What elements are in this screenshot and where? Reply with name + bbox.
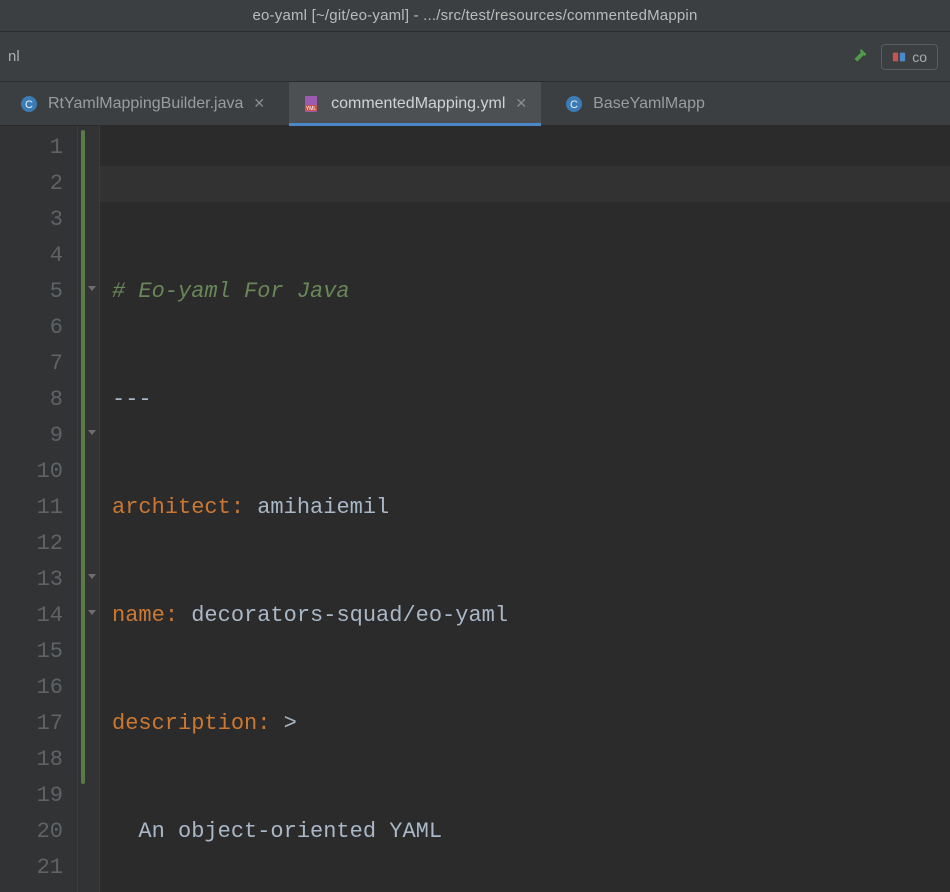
- line-number: 9: [0, 418, 63, 454]
- line-number: 21: [0, 850, 63, 886]
- line-number: 10: [0, 454, 63, 490]
- vcs-change-stripe: [81, 130, 85, 784]
- close-icon[interactable]: ✕: [515, 95, 527, 112]
- java-class-icon: C: [565, 95, 583, 113]
- code-comment: # Eo-yaml For Java: [112, 279, 350, 304]
- tab-label: RtYamlMappingBuilder.java: [48, 95, 243, 113]
- line-number: 13: [0, 562, 63, 598]
- line-number-gutter[interactable]: 1 2 3 4 5 6 7 8 9 10 11 12 13 14 15 16 1…: [0, 126, 78, 892]
- line-number: 17: [0, 706, 63, 742]
- tab-baseyamlmapping[interactable]: C BaseYamlMapp: [551, 82, 719, 125]
- close-icon[interactable]: ✕: [253, 95, 265, 112]
- tab-label: BaseYamlMapp: [593, 95, 705, 113]
- svg-text:YML: YML: [306, 106, 317, 112]
- yaml-file-icon: YML: [303, 95, 321, 113]
- line-number: 19: [0, 778, 63, 814]
- line-number: 18: [0, 742, 63, 778]
- line-number: 6: [0, 310, 63, 346]
- tab-commentedmapping[interactable]: YML commentedMapping.yml ✕: [289, 82, 541, 125]
- yaml-value: decorators-squad/eo-yaml: [191, 603, 508, 628]
- line-number: 2: [0, 166, 63, 202]
- tab-rtyamlmappingbuilder[interactable]: C RtYamlMappingBuilder.java ✕: [6, 82, 279, 125]
- yaml-key: description: [112, 711, 257, 736]
- editor-tab-bar: C RtYamlMappingBuilder.java ✕ YML commen…: [0, 82, 950, 126]
- breadcrumb[interactable]: nl: [8, 48, 20, 65]
- window-titlebar: eo-yaml [~/git/eo-yaml] - .../src/test/r…: [0, 0, 950, 32]
- fold-marker-icon[interactable]: [88, 608, 96, 616]
- line-number: 14: [0, 598, 63, 634]
- line-number: 20: [0, 814, 63, 850]
- code-text: An object-oriented YAML: [112, 819, 442, 844]
- line-number: 7: [0, 346, 63, 382]
- line-number: 3: [0, 202, 63, 238]
- line-number: 5: [0, 274, 63, 310]
- yaml-key: name: [112, 603, 165, 628]
- fold-gutter[interactable]: [78, 126, 100, 892]
- build-icon[interactable]: [849, 46, 871, 68]
- yaml-key: architect: [112, 495, 231, 520]
- yaml-value: >: [284, 711, 297, 736]
- run-configuration-label: co: [912, 49, 927, 65]
- fold-marker-icon[interactable]: [88, 428, 96, 436]
- fold-marker-icon[interactable]: [88, 572, 96, 580]
- svg-text:C: C: [570, 99, 578, 111]
- current-line-highlight: [100, 166, 950, 202]
- line-number: 16: [0, 670, 63, 706]
- line-number: 1: [0, 130, 63, 166]
- svg-text:C: C: [25, 99, 33, 111]
- tab-label: commentedMapping.yml: [331, 95, 505, 113]
- run-configuration-icon: [892, 50, 906, 64]
- line-number: 4: [0, 238, 63, 274]
- code-editor[interactable]: # Eo-yaml For Java --- architect: amihai…: [100, 126, 950, 892]
- yaml-value: amihaiemil: [257, 495, 389, 520]
- line-number: 8: [0, 382, 63, 418]
- run-configuration-selector[interactable]: co: [881, 44, 938, 70]
- fold-marker-icon[interactable]: [88, 284, 96, 292]
- window-title: eo-yaml [~/git/eo-yaml] - .../src/test/r…: [252, 7, 697, 24]
- line-number: 12: [0, 526, 63, 562]
- editor-area: 1 2 3 4 5 6 7 8 9 10 11 12 13 14 15 16 1…: [0, 126, 950, 892]
- code-text: ---: [112, 387, 152, 412]
- java-class-icon: C: [20, 95, 38, 113]
- navigation-toolbar: nl co: [0, 32, 950, 82]
- line-number: 15: [0, 634, 63, 670]
- line-number: 11: [0, 490, 63, 526]
